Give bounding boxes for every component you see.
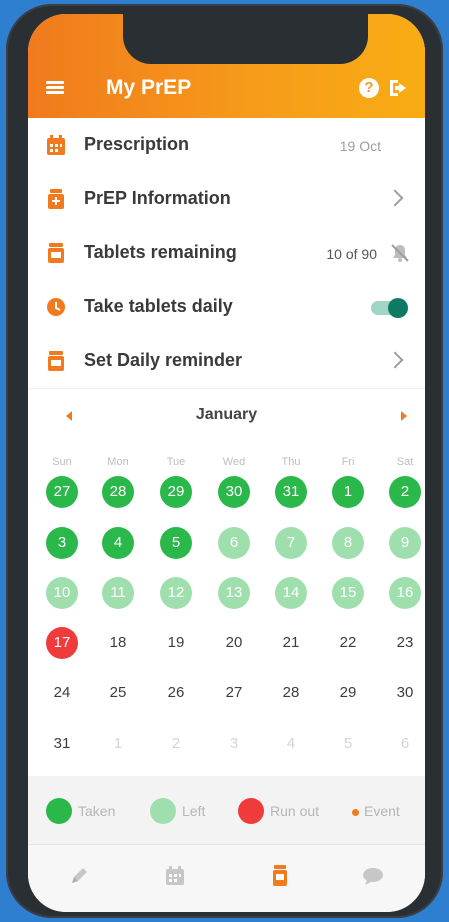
calendar-day[interactable]: 21	[275, 627, 307, 659]
pill-bottle-icon	[48, 351, 64, 371]
calendar-day[interactable]: 3	[46, 527, 78, 559]
calendar-day[interactable]: 13	[218, 577, 250, 609]
phone-notch	[123, 14, 368, 64]
bell-off-icon[interactable]	[389, 242, 411, 264]
calendar-day[interactable]: 31	[275, 476, 307, 508]
logout-icon[interactable]	[387, 77, 411, 99]
prep-information-row[interactable]: PrEP Information	[28, 172, 425, 227]
prescription-date: 19 Oct	[339, 138, 381, 154]
phone-frame: My PrEP ? Prescription 19 Oct PrEP Infor…	[6, 4, 443, 918]
calendar-day[interactable]: 26	[160, 677, 192, 709]
tablets-remaining-count: 10 of 90	[326, 246, 377, 262]
calendar-day[interactable]: 18	[102, 627, 134, 659]
calendar-day[interactable]: 1	[102, 728, 134, 760]
calendar-day[interactable]: 16	[389, 577, 421, 609]
take-tablets-daily-row: Take tablets daily	[28, 280, 425, 335]
legend-event-dot	[352, 809, 359, 816]
legend-event-label: Event	[364, 803, 400, 819]
clock-icon	[47, 298, 65, 316]
calendar-day[interactable]: 5	[160, 527, 192, 559]
chevron-right-icon	[386, 351, 404, 369]
chevron-right-icon	[386, 189, 404, 207]
calendar-day[interactable]: 5	[332, 728, 364, 760]
calendar-day[interactable]: 19	[160, 627, 192, 659]
calendar-day[interactable]: 27	[218, 677, 250, 709]
calendar-day[interactable]: 25	[102, 677, 134, 709]
pill-bottle-icon	[48, 243, 64, 263]
legend-left-dot	[150, 798, 176, 824]
prescription-label: Prescription	[84, 134, 190, 154]
app-title: My PrEP	[106, 76, 192, 99]
calendar-header: January	[28, 400, 425, 430]
calendar-day[interactable]: 20	[218, 627, 250, 659]
info-bottle-icon	[48, 189, 64, 209]
calendar-day[interactable]: 30	[218, 476, 250, 508]
legend-left-label: Left	[182, 803, 206, 819]
calendar-day[interactable]: 29	[332, 677, 364, 709]
calendar-day[interactable]: 31	[46, 728, 78, 760]
calendar-day[interactable]: 15	[332, 577, 364, 609]
calendar-day[interactable]: 30	[389, 677, 421, 709]
calendar-day[interactable]: 6	[218, 527, 250, 559]
calendar-day[interactable]: 28	[275, 677, 307, 709]
next-month-icon[interactable]	[401, 411, 407, 421]
bottom-tab-bar	[28, 844, 425, 912]
weekday-label: Mon	[107, 456, 129, 468]
menu-icon[interactable]	[46, 81, 64, 95]
calendar-icon	[47, 135, 65, 155]
calendar-day[interactable]: 11	[102, 577, 134, 609]
tablets-remaining-row[interactable]: Tablets remaining 10 of 90	[28, 226, 425, 281]
calendar-day[interactable]: 4	[275, 728, 307, 760]
calendar-day[interactable]: 24	[46, 677, 78, 709]
calendar-day[interactable]: 10	[46, 577, 78, 609]
calendar-day[interactable]: 14	[275, 577, 307, 609]
prescription-row[interactable]: Prescription 19 Oct	[28, 118, 425, 173]
app-screen: My PrEP ? Prescription 19 Oct PrEP Infor…	[28, 14, 425, 912]
calendar-day[interactable]: 23	[389, 627, 421, 659]
calendar-day[interactable]: 29	[160, 476, 192, 508]
daily-toggle[interactable]	[371, 298, 408, 318]
pill-bottle-tab-icon[interactable]	[265, 861, 295, 891]
calendar-day[interactable]: 9	[389, 527, 421, 559]
calendar-day[interactable]: 6	[389, 728, 421, 760]
calendar-day[interactable]: 7	[275, 527, 307, 559]
calendar-day[interactable]: 2	[389, 476, 421, 508]
legend-taken-label: Taken	[78, 803, 116, 819]
calendar-day[interactable]: 28	[102, 476, 134, 508]
calendar-tab-icon[interactable]	[160, 861, 190, 891]
tablets-remaining-label: Tablets remaining	[84, 242, 237, 262]
weekday-label: Sun	[52, 456, 72, 468]
set-daily-reminder-label: Set Daily reminder	[84, 350, 243, 370]
calendar-day[interactable]: 8	[332, 527, 364, 559]
weekday-label: Wed	[222, 456, 246, 468]
pen-icon[interactable]	[64, 861, 94, 891]
calendar-legend: Taken Left Run out Event	[28, 776, 425, 844]
chat-icon[interactable]	[358, 861, 388, 891]
help-icon[interactable]: ?	[359, 78, 379, 98]
calendar-day[interactable]: 22	[332, 627, 364, 659]
weekday-label: Tue	[166, 456, 186, 468]
take-tablets-daily-label: Take tablets daily	[84, 296, 233, 316]
calendar-day[interactable]: 27	[46, 476, 78, 508]
calendar-day[interactable]: 2	[160, 728, 192, 760]
calendar-day[interactable]: 12	[160, 577, 192, 609]
calendar-day[interactable]: 4	[102, 527, 134, 559]
weekday-label: Thu	[281, 456, 301, 468]
weekday-label: Fri	[341, 456, 355, 468]
set-daily-reminder-row[interactable]: Set Daily reminder	[28, 334, 425, 389]
calendar-day[interactable]: 3	[218, 728, 250, 760]
prep-information-label: PrEP Information	[84, 188, 231, 208]
legend-runout-dot	[238, 798, 264, 824]
calendar-day[interactable]: 17	[46, 627, 78, 659]
legend-taken-dot	[46, 798, 72, 824]
calendar-day[interactable]: 1	[332, 476, 364, 508]
legend-runout-label: Run out	[270, 803, 320, 819]
weekday-label: Sat	[396, 456, 414, 468]
calendar-month: January	[195, 406, 258, 423]
